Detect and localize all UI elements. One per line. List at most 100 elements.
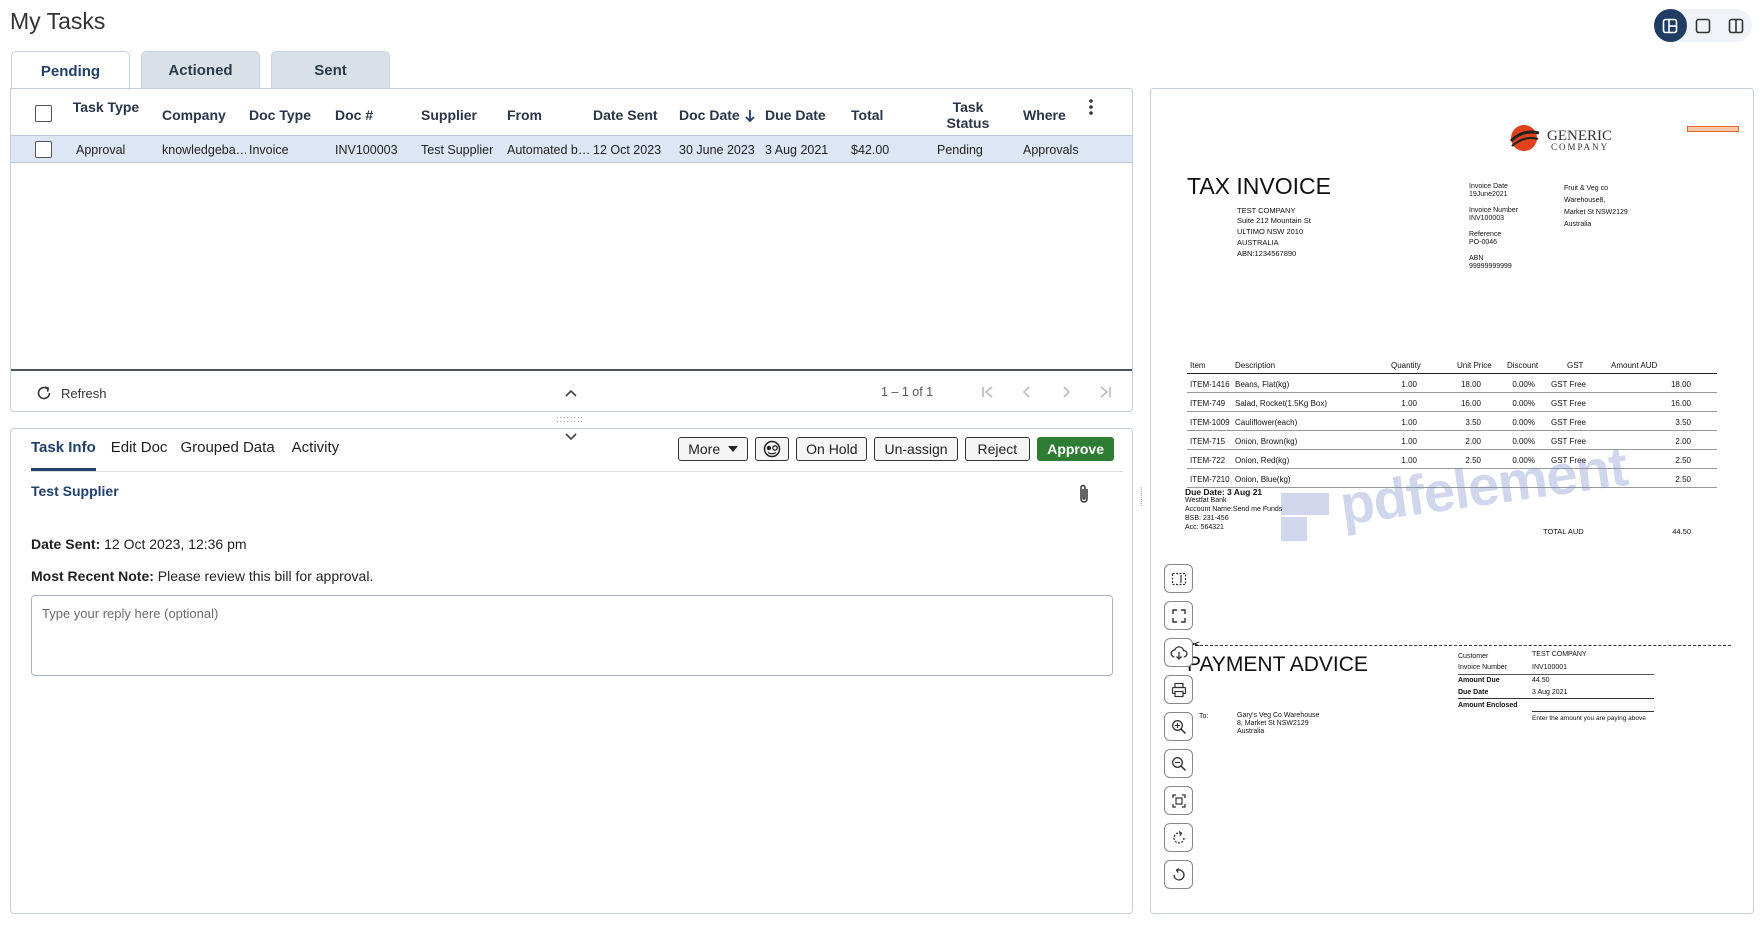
from-address-2: Market St NSW2129 <box>1564 209 1628 216</box>
panel-splitter[interactable]: ⁞ ⁞ ⁞ <box>1140 487 1143 508</box>
invoice-cell-amount: 18.00 <box>1670 380 1691 389</box>
unassign-button[interactable]: Un-assign <box>874 437 958 461</box>
col-task-status[interactable]: Task Status <box>933 99 1003 131</box>
pay-label-4: Amount Enclosed <box>1458 702 1518 709</box>
caret-down-icon <box>728 446 739 452</box>
date-sent-value: 12 Oct 2023, 12:36 pm <box>104 536 247 552</box>
task-grid: Task Type Company Doc Type Doc # Supplie… <box>10 88 1133 412</box>
layout-split-icon[interactable] <box>1654 9 1687 42</box>
cell-where: Approvals <box>1023 143 1079 157</box>
bill-to-1: Suite 212 Mountain St <box>1237 216 1311 225</box>
cell-doc-type: Invoice <box>249 143 289 157</box>
invoice-item-row: ITEM-1416 Beans, Flat(kg) 1.00 18.00 0.00% GS… <box>1187 374 1717 393</box>
invoice-item-row: ITEM-715 Onion, Brown(kg) 1.00 2.00 0.00% GST… <box>1187 431 1717 450</box>
viewer-toolbar <box>1164 564 1193 889</box>
cell-date-sent: 12 Oct 2023 <box>593 143 662 157</box>
pay-label-1: Invoice Number <box>1458 664 1508 671</box>
grid-header: Task Type Company Doc Type Doc # Supplie… <box>11 89 1132 136</box>
table-row[interactable]: Approval knowledgeba… Invoice INV100003 … <box>11 135 1132 163</box>
tab-edit-doc[interactable]: Edit Doc <box>111 439 168 471</box>
rotate-right-icon[interactable] <box>1164 823 1193 852</box>
collapse-up-icon[interactable] <box>564 388 578 398</box>
cell-doc-no: INV100003 <box>335 143 398 157</box>
col-task-type[interactable]: Task Type <box>71 99 141 115</box>
prev-page-icon[interactable] <box>1016 381 1038 403</box>
tab-pending[interactable]: Pending <box>11 51 130 90</box>
col-where[interactable]: Where <box>1023 107 1066 123</box>
to-address-2: Australia <box>1237 728 1265 735</box>
from-address-0: Fruit & Veg co <box>1564 185 1608 192</box>
cell-from: Automated b… <box>507 143 591 157</box>
invoice-cell-desc: Onion, Blue(kg) <box>1235 475 1291 484</box>
select-all-checkbox[interactable] <box>35 105 52 122</box>
last-page-icon[interactable] <box>1094 381 1116 403</box>
invoice-cell-gst: GST Free <box>1551 380 1586 389</box>
download-cloud-icon[interactable] <box>1164 638 1193 667</box>
fit-screen-icon[interactable] <box>1164 601 1193 630</box>
refresh-button[interactable]: Refresh <box>35 384 107 402</box>
cell-due-date: 3 Aug 2021 <box>765 143 829 157</box>
paperclip-icon[interactable] <box>1076 483 1092 505</box>
tab-task-info[interactable]: Task Info <box>31 439 96 471</box>
col-total[interactable]: Total <box>851 107 883 123</box>
assign-user-button[interactable] <box>755 437 790 461</box>
col-due-date[interactable]: Due Date <box>765 107 826 123</box>
layout-single-icon[interactable] <box>1687 9 1720 42</box>
on-hold-button[interactable]: On Hold <box>796 437 868 461</box>
tab-actioned[interactable]: Actioned <box>141 51 260 89</box>
stamp-mark <box>1687 126 1739 132</box>
col-doc-date[interactable]: Doc Date <box>679 107 740 123</box>
col-company[interactable]: Company <box>162 107 226 123</box>
next-page-icon[interactable] <box>1055 381 1077 403</box>
logo-line2: COMPANY <box>1551 142 1610 152</box>
to-label: To: <box>1199 713 1209 720</box>
watermark-logo-icon <box>1281 493 1329 541</box>
tab-sent[interactable]: Sent <box>271 51 390 89</box>
invoice-cell-desc: Onion, Red(kg) <box>1235 456 1290 465</box>
col-supplier[interactable]: Supplier <box>421 107 477 123</box>
layout-columns-icon[interactable] <box>1719 9 1752 42</box>
tab-activity[interactable]: Activity <box>292 439 340 471</box>
row-checkbox[interactable] <box>35 141 52 158</box>
reply-input[interactable] <box>31 595 1113 676</box>
invoice-cell-amount: 2.00 <box>1675 437 1691 446</box>
drag-handle[interactable]: :::::::: <box>556 414 584 424</box>
invoice-cell-disc: 0.00% <box>1512 437 1535 446</box>
tab-grouped-data[interactable]: Grouped Data <box>180 439 274 471</box>
payment-advice-title: PAYMENT ADVICE <box>1187 653 1368 676</box>
recent-note-line: Most Recent Note: Please review this bil… <box>31 568 373 584</box>
zoom-out-icon[interactable] <box>1164 749 1193 778</box>
invoice-cell-item: ITEM-749 <box>1190 399 1226 408</box>
invoice-cell-item: ITEM-1009 <box>1190 418 1230 427</box>
reject-button[interactable]: Reject <box>964 437 1031 461</box>
invoice-cell-qty: 1.00 <box>1401 418 1417 427</box>
approve-button[interactable]: Approve <box>1037 437 1114 461</box>
print-icon[interactable] <box>1164 675 1193 704</box>
first-page-icon[interactable] <box>977 381 999 403</box>
sort-down-icon[interactable] <box>744 109 756 123</box>
page-title: My Tasks <box>10 8 106 34</box>
document-viewer: GENERIC COMPANY TAX INVOICE TEST COMPANY… <box>1150 88 1754 914</box>
kebab-icon[interactable] <box>1088 97 1094 117</box>
col-date-sent[interactable]: Date Sent <box>593 107 658 123</box>
invoice-cell-price: 3.50 <box>1465 418 1481 427</box>
pay-divider-1 <box>1458 674 1654 675</box>
meta-value-0: 19June2021 <box>1469 191 1508 198</box>
invoice-cell-gst: GST Free <box>1551 399 1586 408</box>
invoice-cell-qty: 1.00 <box>1401 380 1417 389</box>
cell-task-type: Approval <box>76 143 126 157</box>
meta-value-3: 99999999999 <box>1469 263 1512 270</box>
action-bar: More On Hold Un-assign Reject Approve <box>678 437 1114 461</box>
col-doc-no[interactable]: Doc # <box>335 107 373 123</box>
fit-width-icon[interactable] <box>1164 786 1193 815</box>
pay-divider-2 <box>1458 698 1654 699</box>
invoice-cell-price: 18.00 <box>1460 380 1481 389</box>
invoice-cell-amount: 2.50 <box>1675 475 1691 484</box>
text-select-icon[interactable] <box>1164 564 1193 593</box>
more-button[interactable]: More <box>678 437 749 461</box>
col-from[interactable]: From <box>507 107 542 123</box>
rotate-left-icon[interactable] <box>1164 860 1193 889</box>
refresh-label: Refresh <box>61 385 107 401</box>
zoom-in-icon[interactable] <box>1164 712 1193 741</box>
col-doc-type[interactable]: Doc Type <box>249 107 311 123</box>
